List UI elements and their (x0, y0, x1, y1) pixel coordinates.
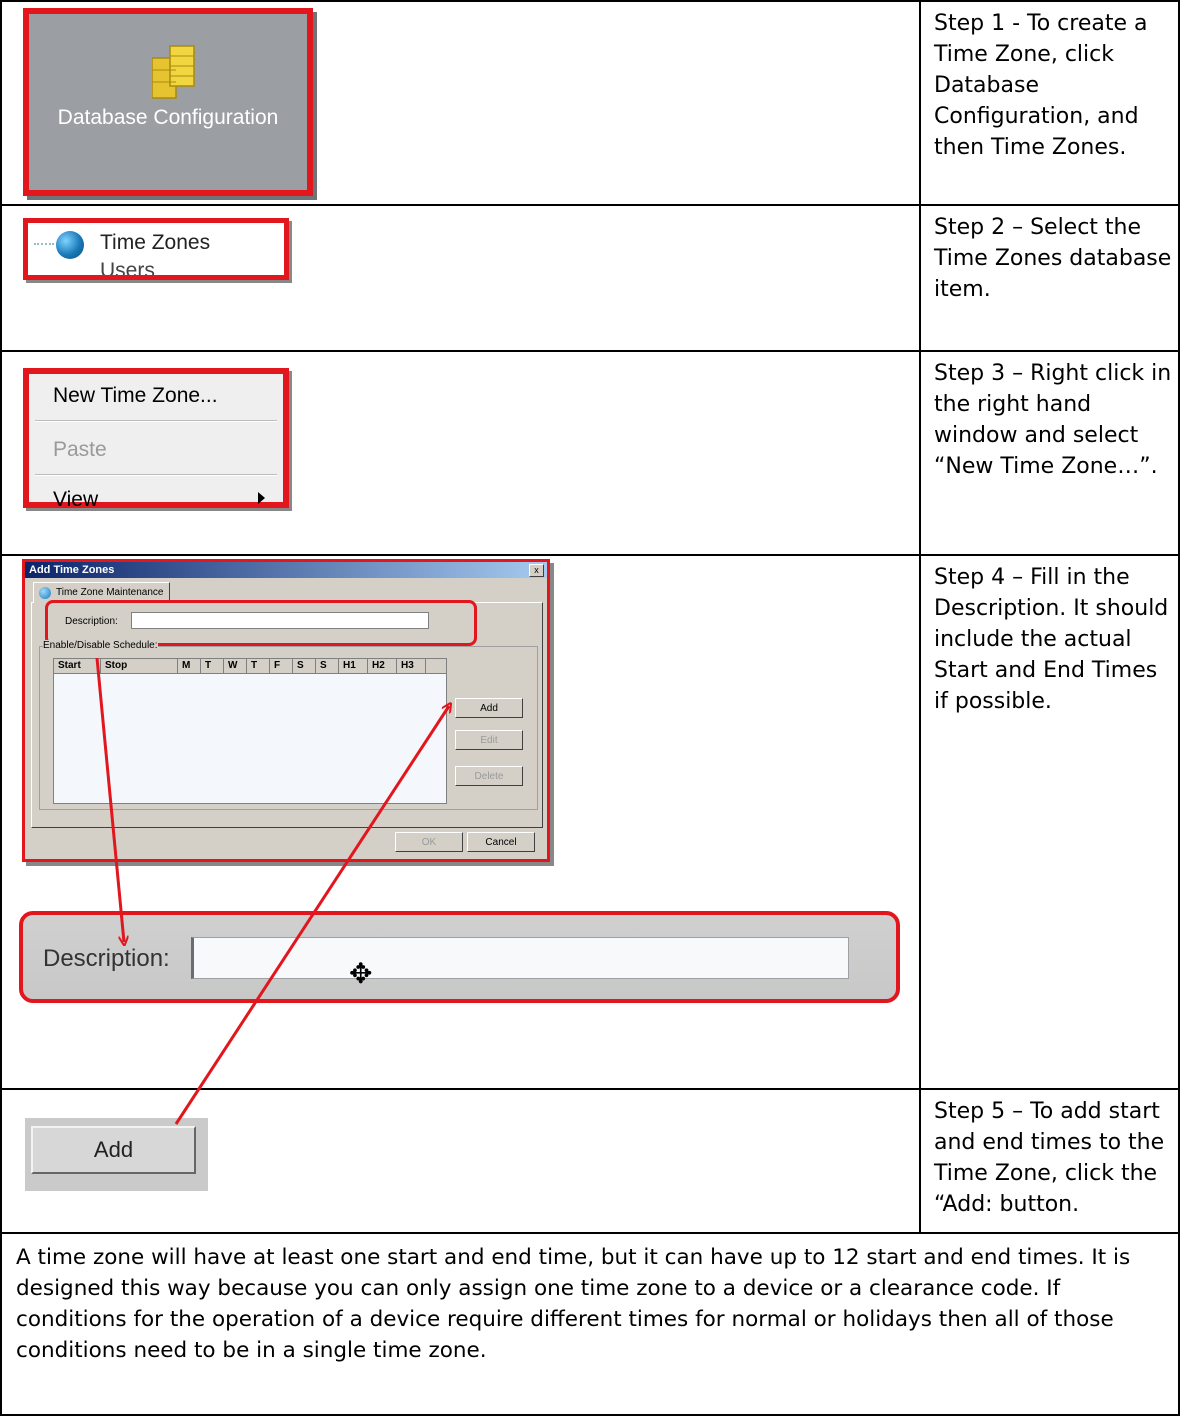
arrow-add (174, 706, 449, 1125)
arrow-description (95, 657, 124, 942)
instruction-table: Database Configuration Step 1 - To creat… (0, 0, 1182, 1416)
callout-arrows (95, 657, 1182, 1125)
